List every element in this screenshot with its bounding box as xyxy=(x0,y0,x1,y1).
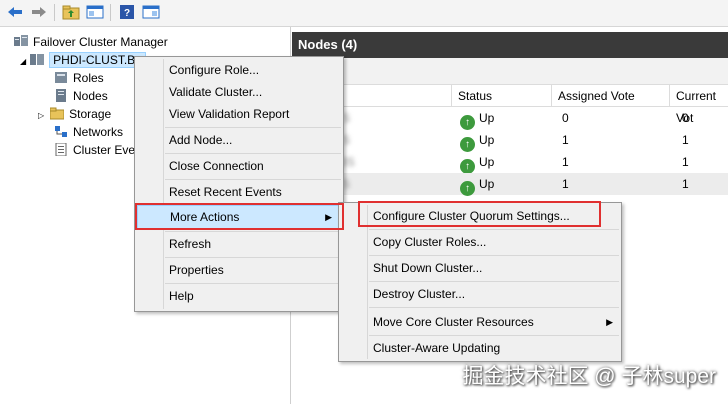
menu-item-more-actions[interactable]: More Actions ▶ xyxy=(137,205,341,229)
status-text: Up xyxy=(479,177,495,191)
menu-item-label: Shut Down Cluster... xyxy=(373,261,483,275)
more-actions-submenu: Configure Cluster Quorum Settings... Cop… xyxy=(338,202,622,362)
table-row[interactable]: 3S ↑ Up 1 1 xyxy=(292,151,728,174)
nodes-icon xyxy=(56,89,66,102)
cluster-manager-icon xyxy=(14,35,28,46)
menu-item-label: Move Core Cluster Resources xyxy=(373,315,534,329)
table-row[interactable]: S ↑ Up 1 1 xyxy=(292,173,728,196)
tree-item-label: Networks xyxy=(73,125,124,139)
menu-item-label: Add Node... xyxy=(169,133,233,147)
tree-item-roles[interactable]: Roles xyxy=(54,69,104,87)
roles-icon xyxy=(55,72,67,83)
table-row[interactable]: S ↑ Up 1 1 xyxy=(292,129,728,152)
menu-item-copy-cluster-roles[interactable]: Copy Cluster Roles... xyxy=(339,229,621,255)
menu-item-label: Help xyxy=(169,289,194,303)
menu-item-label: Properties xyxy=(169,263,224,277)
tree-cluster-label: PHDI-CLUST.Ba xyxy=(49,52,146,68)
toolbar-separator xyxy=(54,4,55,21)
status-text: Up xyxy=(479,133,495,147)
menu-item-destroy-cluster[interactable]: Destroy Cluster... xyxy=(339,281,621,307)
tree-item-label: Cluster Eve xyxy=(73,143,136,157)
toolbar-separator xyxy=(110,4,111,21)
forward-icon[interactable] xyxy=(30,4,48,20)
submenu-arrow-icon: ▶ xyxy=(325,212,332,222)
menu-item-add-node[interactable]: Add Node... xyxy=(135,127,343,153)
menu-item-view-validation-report[interactable]: View Validation Report xyxy=(135,101,343,127)
menu-item-label: More Actions xyxy=(170,210,240,224)
svg-text:?: ? xyxy=(124,8,130,19)
assigned-vote: 1 xyxy=(562,177,569,191)
collapse-arrow-icon[interactable]: ◢ xyxy=(20,57,26,66)
submenu-arrow-icon: ▶ xyxy=(606,317,613,327)
assigned-vote: 1 xyxy=(562,155,569,169)
help-icon[interactable]: ? xyxy=(118,4,136,20)
show-hide-tree-icon[interactable] xyxy=(86,4,104,20)
toolbar: ? xyxy=(0,0,728,27)
status-cell: ↑ Up xyxy=(460,151,495,174)
menu-item-label: Configure Cluster Quorum Settings... xyxy=(373,209,570,223)
tree-root-label: Failover Cluster Manager xyxy=(33,35,168,49)
menu-item-label: Reset Recent Events xyxy=(169,185,282,199)
events-icon xyxy=(55,143,67,156)
menu-item-label: Copy Cluster Roles... xyxy=(373,235,487,249)
status-cell: ↑ Up xyxy=(460,173,495,196)
menu-item-label: View Validation Report xyxy=(169,107,290,121)
status-up-icon: ↑ xyxy=(460,115,475,130)
table-row[interactable]: S ↑ Up 0 0 xyxy=(292,107,728,130)
networks-icon xyxy=(55,126,67,137)
storage-icon xyxy=(50,107,65,120)
menu-item-label: Destroy Cluster... xyxy=(373,287,466,301)
up-folder-icon[interactable] xyxy=(62,4,80,20)
menu-item-shut-down-cluster[interactable]: Shut Down Cluster... xyxy=(339,255,621,281)
context-menu: Configure Role... Validate Cluster... Vi… xyxy=(134,56,344,312)
status-cell: ↑ Up xyxy=(460,129,495,152)
tree-item-label: Storage xyxy=(69,107,112,121)
show-action-pane-icon[interactable] xyxy=(142,4,160,20)
tree-item-storage[interactable]: ▷ Storage xyxy=(38,105,111,123)
tree-root-failover-cluster-manager[interactable]: Failover Cluster Manager xyxy=(14,33,168,51)
menu-item-move-core-resources[interactable]: Move Core Cluster Resources ▶ xyxy=(339,309,621,335)
tree-item-networks[interactable]: Networks xyxy=(54,123,123,141)
menu-item-cluster-aware-updating[interactable]: Cluster-Aware Updating xyxy=(339,335,621,361)
current-vote: 0 xyxy=(682,111,689,125)
status-up-icon: ↑ xyxy=(460,181,475,196)
menu-item-label: Cluster-Aware Updating xyxy=(373,341,501,355)
menu-item-reset-recent-events[interactable]: Reset Recent Events xyxy=(135,179,343,205)
column-header-status[interactable]: Status xyxy=(452,85,552,107)
menu-item-close-connection[interactable]: Close Connection xyxy=(135,153,343,179)
current-vote: 1 xyxy=(682,177,689,191)
column-header-assigned-vote[interactable]: Assigned Vote xyxy=(552,85,670,107)
current-vote: 1 xyxy=(682,133,689,147)
column-header-current-vote[interactable]: Current Vot xyxy=(670,85,728,125)
back-icon[interactable] xyxy=(6,4,24,20)
menu-item-refresh[interactable]: Refresh xyxy=(135,231,343,257)
watermark: 掘金技术社区 @ 子林super xyxy=(462,365,716,388)
menu-item-properties[interactable]: Properties xyxy=(135,257,343,283)
current-vote: 1 xyxy=(682,155,689,169)
status-cell: ↑ Up xyxy=(460,107,495,130)
status-text: Up xyxy=(479,155,495,169)
tree-item-label: Roles xyxy=(73,71,104,85)
tree-item-nodes[interactable]: Nodes xyxy=(54,87,108,105)
tree-item-label: Nodes xyxy=(73,89,108,103)
status-up-icon: ↑ xyxy=(460,137,475,152)
menu-separator xyxy=(369,307,619,308)
cluster-icon xyxy=(30,54,45,65)
menu-item-label: Refresh xyxy=(169,237,212,251)
status-text: Up xyxy=(479,111,495,125)
status-up-icon: ↑ xyxy=(460,159,475,174)
menu-item-help[interactable]: Help xyxy=(135,283,343,309)
menu-item-configure-quorum[interactable]: Configure Cluster Quorum Settings... xyxy=(339,203,621,229)
menu-item-label: Close Connection xyxy=(169,159,264,173)
assigned-vote: 0 xyxy=(562,111,569,125)
nodes-title: Nodes (4) xyxy=(292,32,728,58)
assigned-vote: 1 xyxy=(562,133,569,147)
tree-item-cluster[interactable]: ◢ PHDI-CLUST.Ba xyxy=(20,51,146,69)
tree-item-cluster-events[interactable]: Cluster Eve xyxy=(54,141,135,159)
expand-arrow-icon[interactable]: ▷ xyxy=(38,111,44,120)
nodes-filter-bar xyxy=(292,58,728,85)
